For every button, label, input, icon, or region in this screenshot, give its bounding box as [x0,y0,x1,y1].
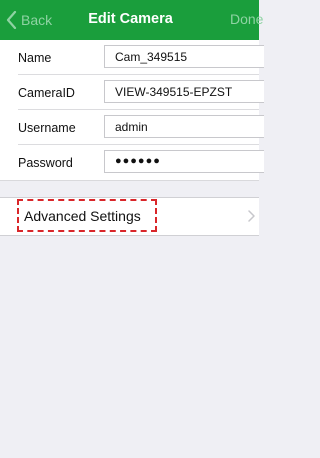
done-button[interactable]: Done [230,11,263,27]
chevron-right-icon [248,210,255,222]
camera-form: Name Cam_349515 CameraID VIEW-349515-EPZ… [0,40,264,180]
name-field[interactable]: Cam_349515 [104,45,264,68]
highlight-annotation [17,199,157,232]
camera-id-row: CameraID VIEW-349515-EPZST [0,75,264,110]
navigation-bar: Back Edit Camera Done [0,0,263,40]
camera-id-label: CameraID [18,86,75,100]
password-field[interactable]: ●●●●●● [104,150,264,173]
password-label: Password [18,156,73,170]
page-title: Edit Camera [88,11,173,27]
camera-id-field[interactable]: VIEW-349515-EPZST [104,80,264,103]
username-row: Username admin [0,110,264,145]
name-row: Name Cam_349515 [0,40,264,75]
section-divider [0,235,259,236]
section-divider [0,180,259,181]
name-label: Name [18,51,52,65]
username-field[interactable]: admin [104,115,264,138]
password-row: Password ●●●●●● [0,145,264,180]
username-label: Username [18,121,76,135]
